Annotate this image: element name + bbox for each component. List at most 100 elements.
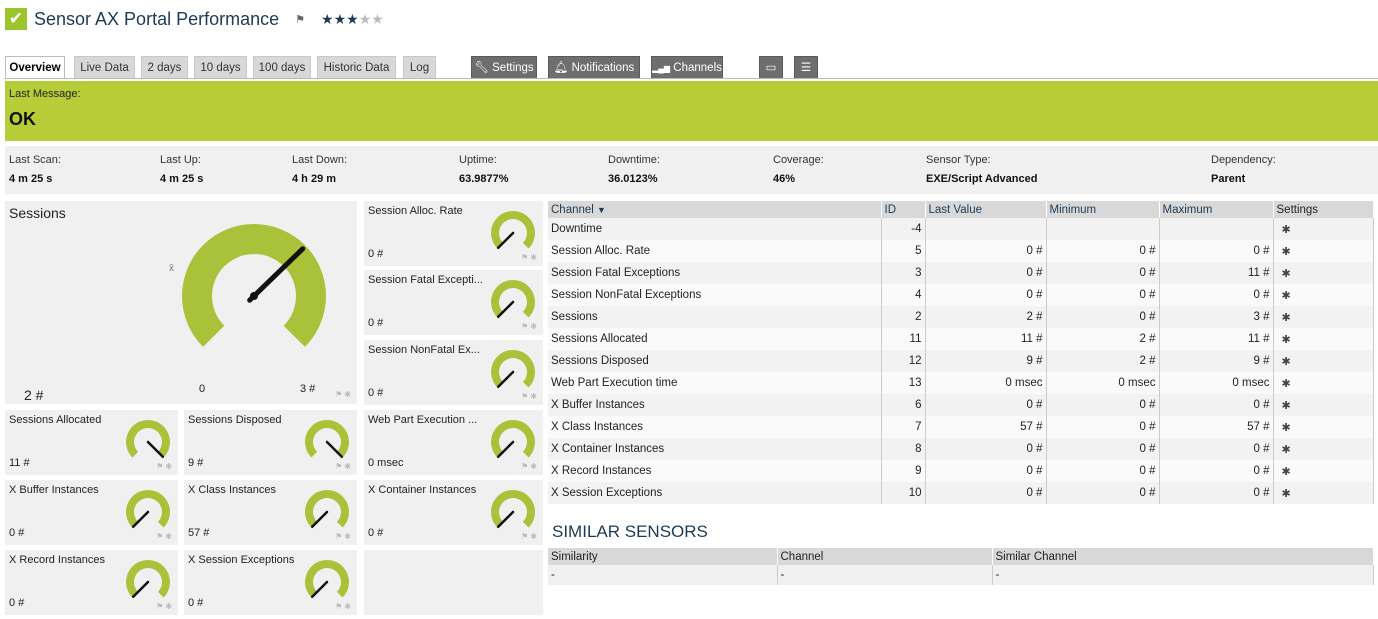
table-row[interactable]: Sessions 2 2 #0 #3 # ✱	[548, 306, 1374, 328]
minimum-cell: 0 #	[1046, 482, 1160, 504]
channel-name-cell[interactable]: Web Part Execution time	[548, 372, 882, 394]
maximum-cell	[1159, 218, 1274, 240]
gear-icon[interactable]: ✱	[1273, 240, 1374, 262]
gear-icon[interactable]: ✱	[1273, 284, 1374, 306]
gauge-card[interactable]: Sessions Allocated 11 # ⚑✱	[5, 410, 178, 475]
tab-overview[interactable]: Overview	[5, 56, 65, 79]
tab-10-days[interactable]: 10 days	[194, 56, 247, 78]
table-row[interactable]: X Container Instances 8 0 #0 #0 # ✱	[548, 438, 1374, 460]
gauge-card[interactable]: Session NonFatal Ex... 0 # ⚑✱	[364, 340, 543, 405]
gauge-card[interactable]: Session Fatal Excepti... 0 # ⚑✱	[364, 270, 543, 335]
gear-icon[interactable]: ✱	[1273, 416, 1374, 438]
tab-2-days[interactable]: 2 days	[141, 56, 188, 78]
minimum-cell: 0 #	[1046, 284, 1160, 306]
gear-icon[interactable]: ✱	[1273, 372, 1374, 394]
gear-icon[interactable]: ✱	[1273, 394, 1374, 416]
table-row[interactable]: X Buffer Instances 6 0 #0 #0 # ✱	[548, 394, 1374, 416]
col-channel[interactable]: Channel	[777, 548, 993, 565]
star-icon[interactable]: ★	[321, 11, 334, 27]
gear-icon[interactable]: ✱	[1273, 262, 1374, 284]
maximum-cell: 57 #	[1159, 416, 1274, 438]
tab-notifications[interactable]: 🔔︎ Notifications	[548, 56, 640, 78]
gauge-action-icons[interactable]: ⚑✱	[335, 602, 353, 611]
gauge-card[interactable]: X Class Instances 57 # ⚑✱	[184, 480, 357, 545]
gauge-action-icons[interactable]: ⚑✱	[156, 462, 174, 471]
gauge-action-icons[interactable]: ⚑✱	[521, 322, 539, 331]
info-dependency: Dependency: Parent	[1211, 154, 1276, 185]
info-value: 4 h 29 m	[292, 173, 337, 185]
channel-name-cell[interactable]: X Session Exceptions	[548, 482, 882, 504]
table-row[interactable]: X Class Instances 7 57 #0 #57 # ✱	[548, 416, 1374, 438]
star-icon[interactable]: ★	[346, 11, 359, 27]
col-last-value[interactable]: Last Value	[925, 201, 1047, 218]
gauge-card[interactable]: X Container Instances 0 # ⚑✱	[364, 480, 543, 545]
channel-name-cell[interactable]: Sessions Allocated	[548, 328, 882, 350]
minimum-cell	[1046, 218, 1160, 240]
channel-name-cell[interactable]: Session Fatal Exceptions	[548, 262, 882, 284]
channel-name-cell[interactable]: Sessions	[548, 306, 882, 328]
gauge-card[interactable]: Session Alloc. Rate 0 # ⚑✱	[364, 201, 543, 266]
channel-id-cell: 10	[881, 482, 926, 504]
col-similar-channel[interactable]: Similar Channel	[992, 548, 1374, 565]
col-minimum[interactable]: Minimum	[1046, 201, 1160, 218]
table-row[interactable]: Sessions Allocated 11 11 #2 #11 # ✱	[548, 328, 1374, 350]
gauge-sessions[interactable]: Sessions x̄ 0 3 # 2 # ⚑✱	[5, 201, 357, 404]
gauge-action-icons[interactable]: ⚑✱	[521, 462, 539, 471]
gear-icon[interactable]: ✱	[1273, 438, 1374, 460]
table-row[interactable]: Session Fatal Exceptions 3 0 #0 #11 # ✱	[548, 262, 1374, 284]
channel-name-cell[interactable]: X Buffer Instances	[548, 394, 882, 416]
tab-comments[interactable]: ▭	[759, 56, 783, 78]
gauge-card[interactable]: X Buffer Instances 0 # ⚑✱	[5, 480, 178, 545]
col-id[interactable]: ID	[881, 201, 926, 218]
tab-100-days[interactable]: 100 days	[253, 56, 311, 78]
table-row[interactable]: Sessions Disposed 12 9 #2 #9 # ✱	[548, 350, 1374, 372]
table-row[interactable]: Downtime -4 ✱	[548, 218, 1374, 240]
star-icon[interactable]: ★	[359, 11, 372, 27]
tab-channels[interactable]: ▂▄▆ Channels	[651, 56, 723, 78]
gear-icon[interactable]: ✱	[1273, 218, 1374, 240]
channel-name-cell[interactable]: Session NonFatal Exceptions	[548, 284, 882, 306]
gauge-action-icons[interactable]: ⚑✱	[335, 462, 353, 471]
table-row[interactable]: Session NonFatal Exceptions 4 0 #0 #0 # ✱	[548, 284, 1374, 306]
table-row[interactable]: Session Alloc. Rate 5 0 #0 #0 # ✱	[548, 240, 1374, 262]
gauge-action-icons[interactable]: ⚑✱	[335, 532, 353, 541]
gear-icon[interactable]: ✱	[1273, 350, 1374, 372]
col-maximum[interactable]: Maximum	[1159, 201, 1274, 218]
gear-icon[interactable]: ✱	[1273, 482, 1374, 504]
gauge-card[interactable]: X Session Exceptions 0 # ⚑✱	[184, 550, 357, 615]
table-row: - - -	[548, 565, 1374, 585]
channel-name-cell[interactable]: Sessions Disposed	[548, 350, 882, 372]
channel-name-cell[interactable]: X Class Instances	[548, 416, 882, 438]
gauge-action-icons[interactable]: ⚑✱	[521, 532, 539, 541]
table-row[interactable]: Web Part Execution time 13 0 msec 0 msec 0 m…	[548, 372, 1374, 394]
star-icon[interactable]: ★	[334, 11, 347, 27]
tab-historic-data[interactable]: Historic Data	[317, 56, 396, 78]
flag-icon[interactable]: ⚑	[295, 13, 305, 26]
tab-log[interactable]: Log	[403, 56, 436, 78]
gauge-card[interactable]: Web Part Execution ... 0 msec ⚑✱	[364, 410, 543, 475]
tab-history[interactable]: ☰	[794, 56, 818, 78]
col-similarity[interactable]: Similarity	[548, 548, 778, 565]
channel-name-cell[interactable]: X Container Instances	[548, 438, 882, 460]
tab-live-data[interactable]: Live Data	[74, 56, 135, 78]
table-row[interactable]: X Session Exceptions 10 0 #0 #0 # ✱	[548, 482, 1374, 504]
tab-settings[interactable]: 🔧︎ Settings	[471, 56, 537, 78]
gear-icon[interactable]: ✱	[1273, 328, 1374, 350]
gauge-card[interactable]: X Record Instances 0 # ⚑✱	[5, 550, 178, 615]
gauge-action-icons[interactable]: ⚑✱	[156, 602, 174, 611]
channel-name-cell[interactable]: Downtime	[548, 218, 882, 240]
gear-icon[interactable]: ✱	[1273, 306, 1374, 328]
star-icon[interactable]: ★	[371, 11, 384, 27]
gear-icon[interactable]: ✱	[1273, 460, 1374, 482]
gauge-action-icons[interactable]: ⚑✱	[521, 253, 539, 262]
col-channel[interactable]: Channel ▼	[548, 201, 882, 218]
gauge-action-icons[interactable]: ⚑✱	[335, 390, 353, 399]
last-value-cell: 0 msec	[925, 372, 1047, 394]
channel-name-cell[interactable]: Session Alloc. Rate	[548, 240, 882, 262]
table-row[interactable]: X Record Instances 9 0 #0 #0 # ✱	[548, 460, 1374, 482]
gauge-action-icons[interactable]: ⚑✱	[156, 532, 174, 541]
channel-name-cell[interactable]: X Record Instances	[548, 460, 882, 482]
gauge-action-icons[interactable]: ⚑✱	[521, 392, 539, 401]
priority-stars[interactable]: ★★★★★	[321, 11, 384, 28]
gauge-card[interactable]: Sessions Disposed 9 # ⚑✱	[184, 410, 357, 475]
